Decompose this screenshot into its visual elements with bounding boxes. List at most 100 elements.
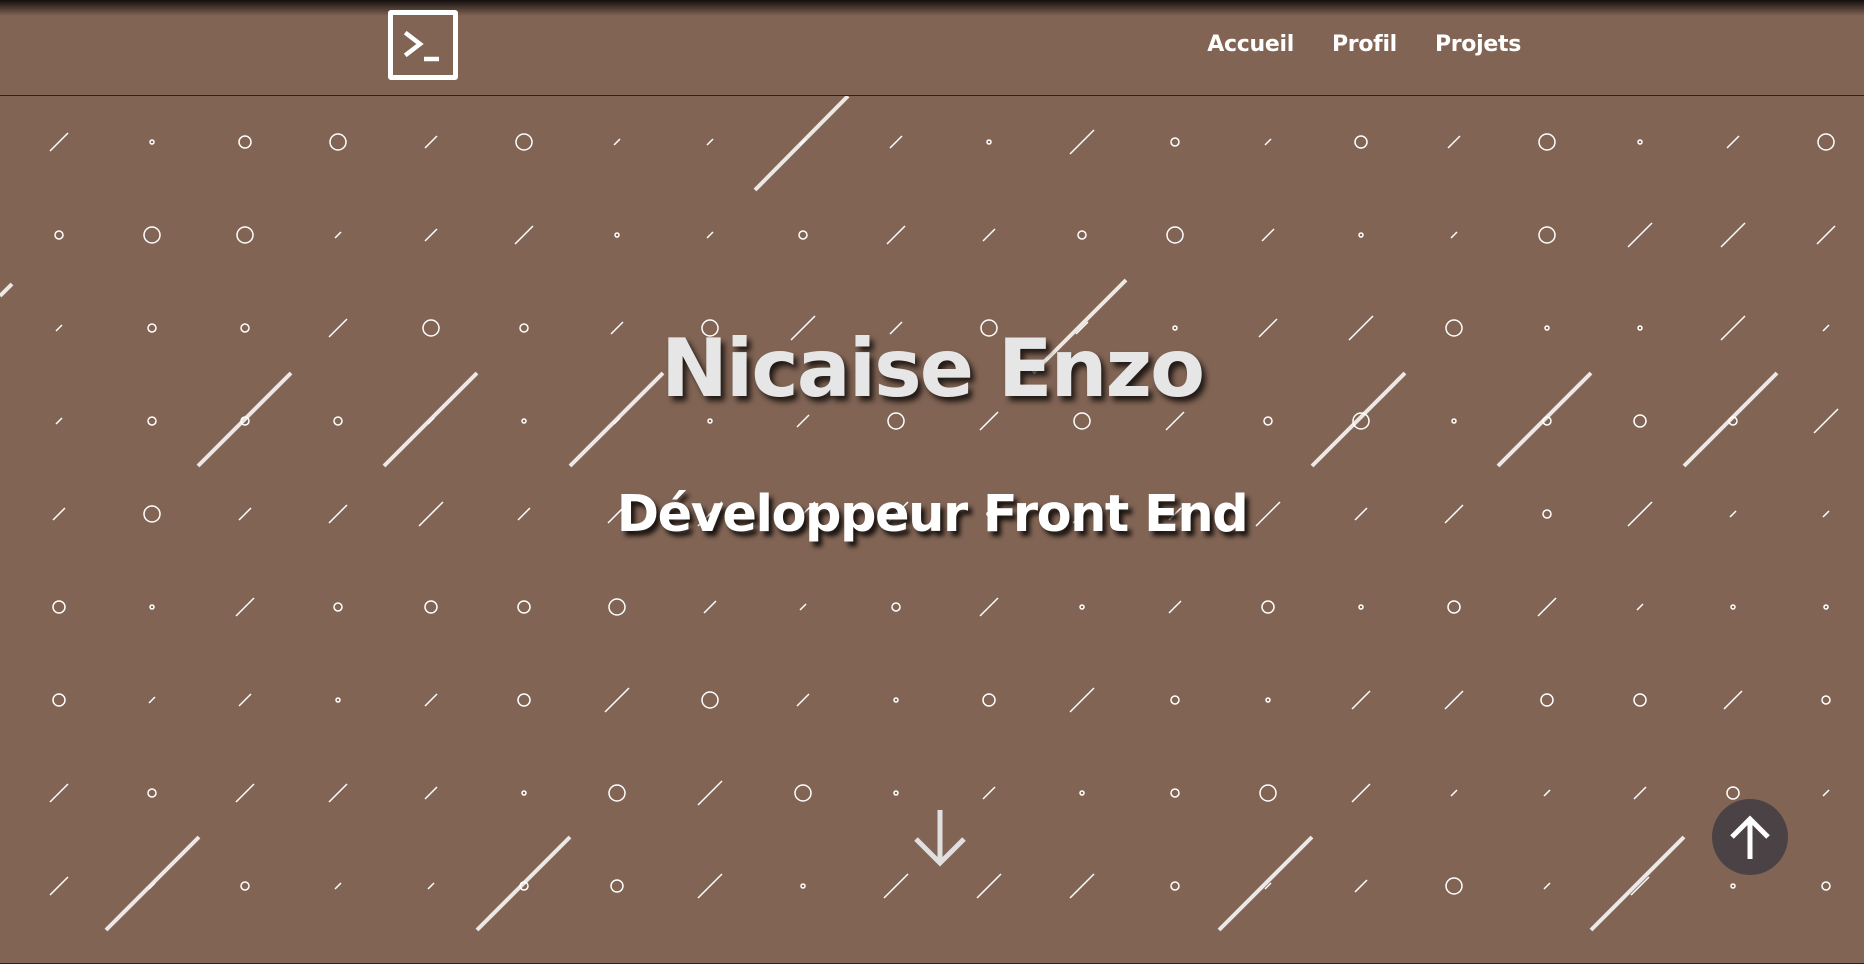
pattern-circle [1170,137,1180,147]
pattern-stroke [424,228,438,242]
pattern-circle [1637,139,1643,145]
pattern-circle [333,416,343,426]
pattern-circle [1354,135,1368,149]
pattern-stroke [328,783,348,803]
arrow-down-icon [914,810,966,867]
pattern-stroke [799,603,807,611]
pattern-circle [1445,877,1463,895]
pattern-stroke [613,138,621,146]
pattern-stroke [889,135,903,149]
pattern-circle [1821,695,1831,705]
pattern-stroke [1351,783,1371,803]
terminal-icon [403,30,439,62]
pattern-circle [1726,786,1740,800]
pattern-stroke [1069,129,1095,155]
pattern-stroke [1069,873,1095,899]
pattern-stroke [238,693,252,707]
pattern-stroke [427,882,435,890]
pattern-stroke [49,876,69,896]
pattern-circle [1821,881,1831,891]
pattern-circle [238,135,252,149]
pattern-stroke [1264,138,1272,146]
pattern-circle [1170,788,1180,798]
pattern-circle [608,784,626,802]
pattern-circle [149,139,155,145]
scroll-down-button[interactable] [912,808,968,872]
main-nav: Accueil Profil Projets [1207,32,1521,57]
pattern-streak [1589,835,1686,932]
pattern-circle [891,602,901,612]
pattern-stroke [334,882,342,890]
pattern-circle [608,598,626,616]
pattern-stroke [1720,222,1746,248]
pattern-circle [1730,604,1736,610]
pattern-stroke [1816,225,1836,245]
pattern-stroke [982,786,996,800]
pattern-streak [753,96,850,192]
pattern-circle [1730,883,1736,889]
pattern-circle [521,418,527,424]
pattern-circle [707,418,713,424]
pattern-stroke [148,696,156,704]
pattern-stroke [1723,690,1743,710]
pattern-stroke [796,414,810,428]
pattern-circle [887,412,905,430]
pattern-stroke [1636,603,1644,611]
pattern-circle [893,697,899,703]
pattern-stroke [1633,786,1647,800]
hero-title: Nicaise Enzo [660,322,1205,415]
pattern-circle [1358,604,1364,610]
pattern-circle [1540,693,1554,707]
pattern-circle [1170,881,1180,891]
pattern-circle [335,697,341,703]
pattern-stroke [49,132,69,152]
pattern-circle [1079,790,1085,796]
pattern-circle [517,693,531,707]
pattern-circle [1259,784,1277,802]
pattern-streak [104,835,201,932]
pattern-stroke [1543,789,1551,797]
pattern-circle [424,600,438,614]
pattern-stroke [235,783,255,803]
pattern-circle [1817,133,1835,151]
nav-projets[interactable]: Projets [1435,32,1521,57]
pattern-stroke [334,231,342,239]
pattern-stroke [424,786,438,800]
pattern-stroke [235,597,255,617]
pattern-stroke [982,228,996,242]
pattern-circle [147,788,157,798]
pattern-stroke [886,225,906,245]
pattern-circle [521,790,527,796]
pattern-circle [149,604,155,610]
pattern-stroke [424,135,438,149]
pattern-circle [610,879,624,893]
pattern-stroke [706,231,714,239]
pattern-stroke [1069,687,1095,713]
pattern-stroke [883,873,909,899]
nav-accueil[interactable]: Accueil [1207,32,1294,57]
pattern-stroke [796,693,810,707]
pattern-stroke [1822,789,1830,797]
pattern-circle [1079,604,1085,610]
pattern-circle [1447,600,1461,614]
pattern-stroke [703,600,717,614]
pattern-stroke [1627,222,1653,248]
pattern-circle [800,883,806,889]
pattern-circle [333,602,343,612]
pattern-circle [240,881,250,891]
pattern-circle [517,600,531,614]
pattern-stroke [706,138,714,146]
pattern-circle [1358,232,1364,238]
pattern-stroke [514,225,534,245]
back-to-top-button[interactable] [1712,799,1788,875]
pattern-circle [1170,695,1180,705]
pattern-streak [475,835,572,932]
pattern-stroke [1543,882,1551,890]
hero-subtitle: Développeur Front End [616,485,1249,544]
pattern-stroke [1168,600,1182,614]
nav-profil[interactable]: Profil [1332,32,1397,57]
pattern-stroke [979,597,999,617]
logo-link[interactable] [388,10,458,80]
pattern-circle [986,139,992,145]
pattern-circle [515,133,533,151]
